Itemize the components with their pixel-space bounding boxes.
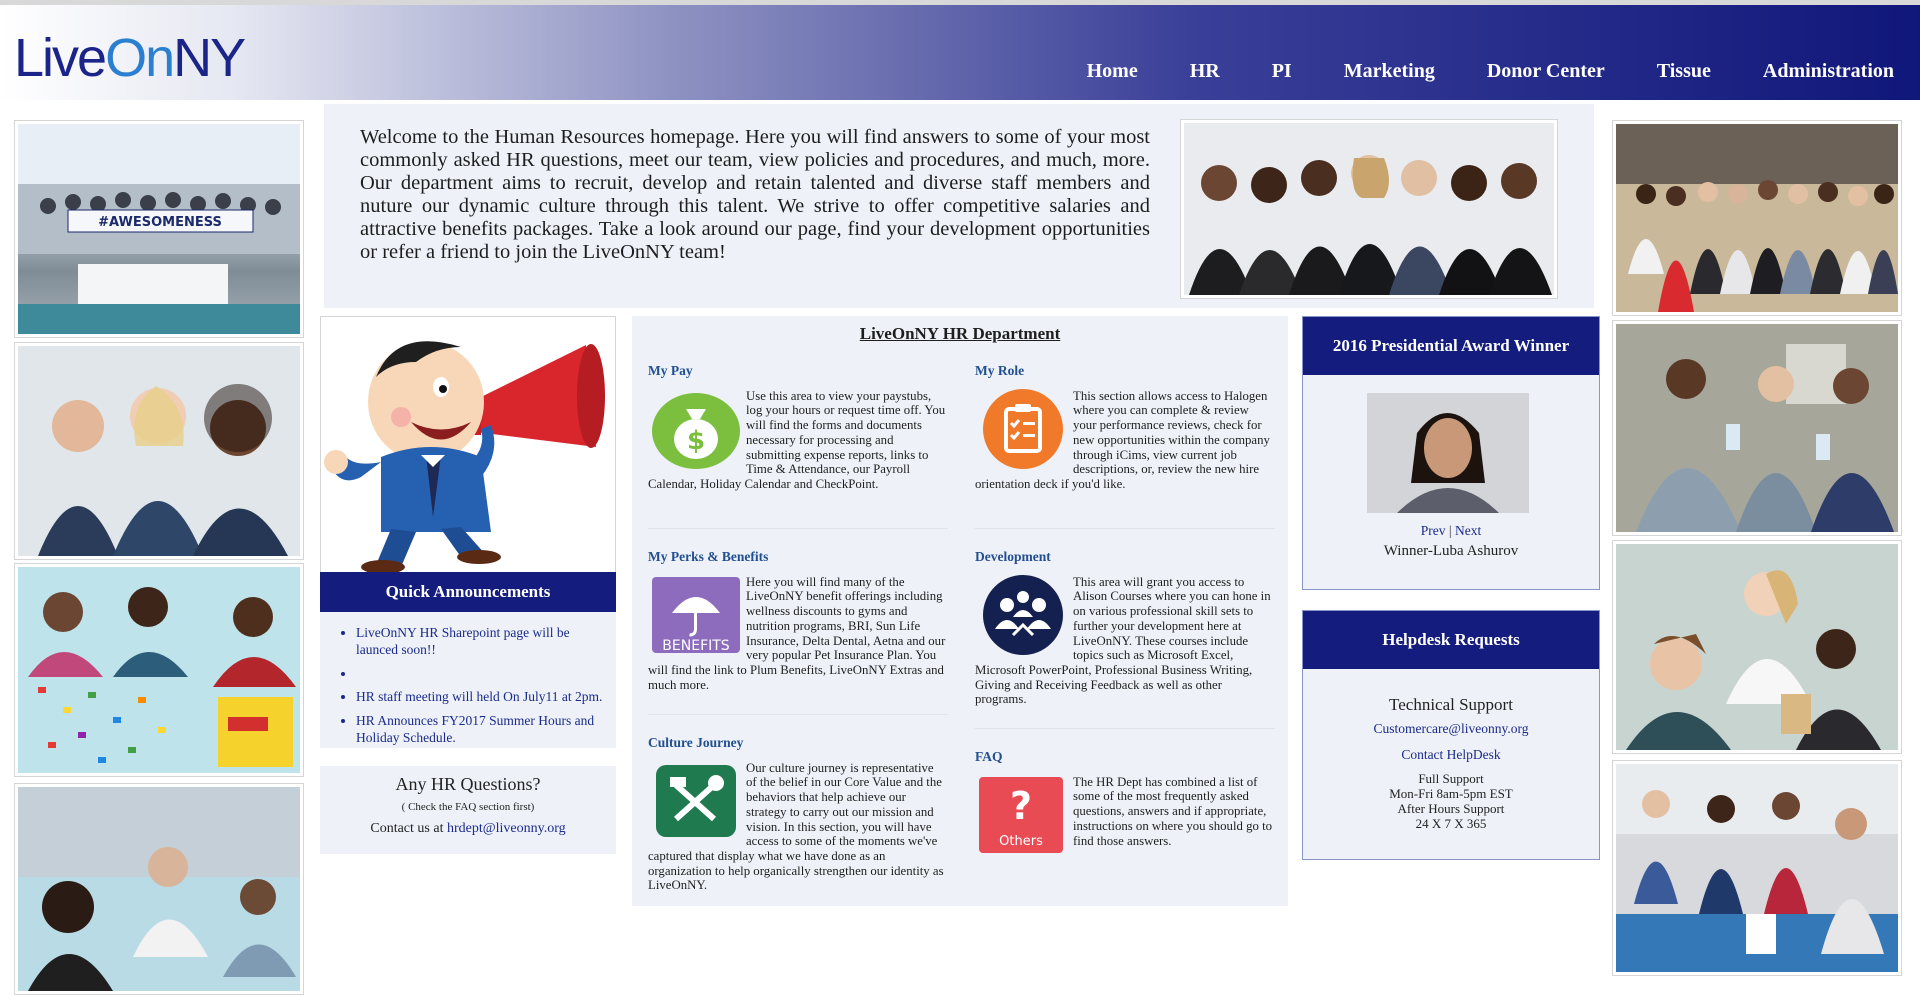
nav-hr[interactable]: HR [1190, 60, 1220, 83]
team-icon[interactable] [975, 574, 1067, 655]
megaphone-mascot [320, 316, 616, 574]
hr-department-panel: LiveOnNY HR Department My Pay $ Use this… [632, 316, 1288, 906]
perks-benefits-heading[interactable]: My Perks & Benefits [648, 549, 946, 565]
logo-part-on: On [105, 28, 175, 88]
announcement-item[interactable]: LiveOnNY HR Sharepoint page will be laun… [356, 624, 606, 658]
left-photo-3 [14, 563, 304, 777]
team-activity-photo [1616, 764, 1898, 972]
logo-part-live: Live [14, 28, 107, 88]
main-nav: Home HR PI Marketing Donor Center Tissue… [1061, 60, 1920, 83]
staff-award-photo [1616, 324, 1898, 532]
next-link[interactable]: Next [1455, 523, 1481, 538]
announcement-item[interactable]: HR Announces FY2017 Summer Hours and Hol… [356, 712, 606, 746]
announcement-item-empty [356, 665, 606, 681]
section-perks-benefits: My Perks & Benefits BENEFITS Here you wi… [648, 549, 946, 692]
money-bag-icon[interactable]: $ [648, 389, 740, 469]
award-winner-name: Winner-Luba Ashurov [1383, 543, 1519, 559]
right-photo-4 [1612, 760, 1902, 976]
contact-prefix: Contact us at [370, 821, 447, 836]
welcome-panel: Welcome to the Human Resources homepage.… [324, 104, 1594, 308]
svg-text:$: $ [687, 426, 705, 456]
banner-text: #AWESOMENESS [98, 215, 222, 230]
tools-icon[interactable] [648, 761, 740, 841]
support-line: Full Support [1418, 771, 1484, 786]
quick-announcements-title: Quick Announcements [320, 572, 616, 612]
quick-announcements-panel: Quick Announcements LiveOnNY HR Sharepoi… [320, 572, 616, 748]
faq-heading[interactable]: FAQ [975, 749, 1273, 765]
section-divider [648, 528, 948, 529]
technical-support-heading: Technical Support [1389, 695, 1513, 714]
welcome-text: Welcome to the Human Resources homepage.… [360, 126, 1150, 263]
announcement-text: HR Announces FY2017 Summer Hours and Hol… [356, 713, 595, 745]
support-line: After Hours Support [1397, 801, 1505, 816]
support-line: Mon-Fri 8am-5pm EST [1389, 786, 1513, 801]
announcements-list: LiveOnNY HR Sharepoint page will be laun… [320, 612, 616, 746]
section-faq: FAQ ? Others The HR Dept has combined a … [975, 749, 1273, 857]
nav-home[interactable]: Home [1087, 60, 1138, 83]
faq-text: The HR Dept has combined a list of some … [1073, 774, 1273, 848]
benefits-label: BENEFITS [662, 638, 730, 654]
section-my-pay: My Pay $ Use this area to view your pays… [648, 363, 946, 492]
left-photo-4 [14, 783, 304, 995]
development-heading[interactable]: Development [975, 549, 1273, 565]
staff-group-photo [1616, 124, 1898, 312]
presidential-award-panel: 2016 Presidential Award Winner Prev | Ne… [1302, 316, 1600, 590]
hr-team-photo [1180, 119, 1558, 299]
question-icon[interactable]: ? Others [975, 775, 1067, 855]
hr-questions-note: ( Check the FAQ section first) [401, 801, 535, 813]
award-title: 2016 Presidential Award Winner [1303, 317, 1599, 375]
nav-tissue[interactable]: Tissue [1657, 60, 1711, 83]
svg-text:?: ? [1010, 784, 1032, 828]
section-divider [648, 714, 948, 715]
others-label: Others [999, 834, 1043, 849]
megaphone-man-illustration [321, 317, 615, 573]
helpdesk-title: Helpdesk Requests [1303, 611, 1599, 669]
left-photo-2 [14, 342, 304, 560]
my-pay-heading[interactable]: My Pay [648, 363, 946, 379]
pager-separator: | [1448, 523, 1452, 538]
section-divider [975, 528, 1275, 529]
hr-department-title[interactable]: LiveOnNY HR Department [632, 324, 1288, 344]
liveonny-logo[interactable]: LiveOnNY [14, 27, 246, 89]
prev-link[interactable]: Prev [1421, 523, 1446, 538]
top-header: LiveOnNY Home HR PI Marketing Donor Cent… [0, 0, 1920, 100]
announcement-text: HR staff meeting will held On July11 at … [356, 689, 603, 704]
nav-pi[interactable]: PI [1272, 60, 1292, 83]
hr-questions-panel: Any HR Questions? ( Check the FAQ sectio… [320, 766, 616, 854]
customercare-email-link[interactable]: Customercare@liveonny.org [1303, 721, 1599, 737]
announcement-text: LiveOnNY HR Sharepoint page will be laun… [356, 625, 570, 657]
nav-donor-center[interactable]: Donor Center [1487, 60, 1605, 83]
right-photo-3 [1612, 540, 1902, 754]
section-divider [975, 728, 1275, 729]
announcement-item[interactable]: HR staff meeting will held On July11 at … [356, 688, 606, 705]
right-photo-2 [1612, 320, 1902, 536]
section-development: Development This area will grant you acc… [975, 549, 1273, 707]
nurses-photo [18, 346, 300, 556]
award-pager: Prev | Next [1303, 523, 1599, 539]
clipboard-icon[interactable] [975, 388, 1067, 469]
lego-activity-photo [18, 567, 300, 773]
section-my-role: My Role This section allows access to Ha… [975, 363, 1273, 492]
office-activity-photo [18, 787, 300, 991]
hr-email-link[interactable]: hrdept@liveonny.org [447, 821, 566, 836]
hr-questions-contact: Contact us at hrdept@liveonny.org [320, 821, 616, 837]
jenga-game-photo [1616, 544, 1898, 750]
support-line: 24 X 7 X 365 [1415, 816, 1487, 831]
helpdesk-panel: Helpdesk Requests Technical Support Cust… [1302, 610, 1600, 860]
left-photo-1: #AWESOMENESS [14, 120, 304, 338]
award-winner-photo [1367, 393, 1529, 513]
nav-marketing[interactable]: Marketing [1344, 60, 1435, 83]
group-photo-awesomeness: #AWESOMENESS [18, 124, 300, 334]
support-hours: Full Support Mon-Fri 8am-5pm EST After H… [1303, 771, 1599, 831]
hr-team-photo-image [1184, 123, 1554, 295]
culture-journey-heading[interactable]: Culture Journey [648, 735, 946, 751]
section-culture-journey: Culture Journey Our culture journey is r… [648, 735, 946, 893]
my-role-heading[interactable]: My Role [975, 363, 1273, 379]
right-photo-1 [1612, 120, 1902, 316]
umbrella-icon[interactable]: BENEFITS [648, 575, 740, 655]
nav-administration[interactable]: Administration [1763, 60, 1894, 83]
hr-questions-title: Any HR Questions? [395, 774, 541, 794]
contact-helpdesk-link[interactable]: Contact HelpDesk [1303, 747, 1599, 763]
logo-part-ny: NY [173, 28, 246, 88]
